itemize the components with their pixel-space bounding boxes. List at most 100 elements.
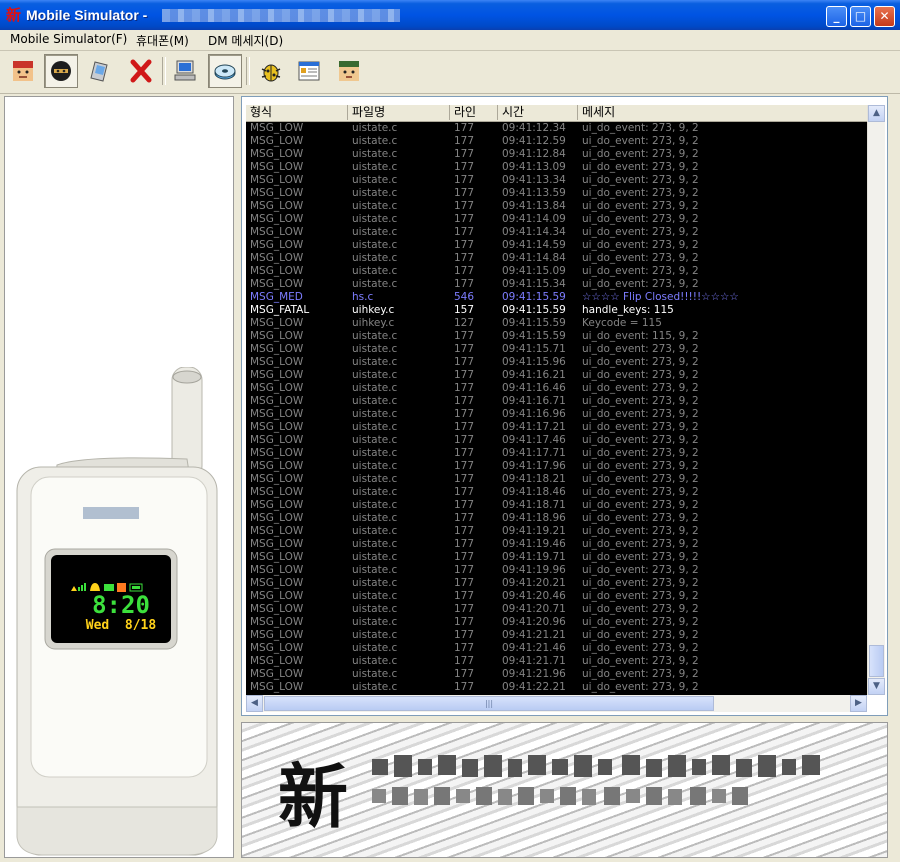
- log-type: MSG_LOW: [250, 525, 304, 537]
- log-file: uistate.c: [352, 239, 398, 251]
- character-face-2-button[interactable]: [332, 54, 366, 88]
- log-type: MSG_LOW: [250, 356, 304, 368]
- maximize-button[interactable]: □: [850, 6, 871, 27]
- menu-mobile-simulator[interactable]: Mobile Simulator(F): [10, 32, 127, 46]
- log-row[interactable]: MSG_LOW uistate.c 177 09:41:14.09 ui_do_even…: [246, 213, 867, 226]
- scroll-down-button[interactable]: ▼: [868, 678, 885, 695]
- vertical-scrollbar[interactable]: ▲ ▼: [867, 105, 885, 695]
- log-row[interactable]: MSG_LOW uistate.c 177 09:41:17.46 ui_do_even…: [246, 434, 867, 447]
- column-type[interactable]: 형식: [246, 105, 348, 120]
- log-row[interactable]: MSG_LOW uistate.c 177 09:41:17.71 ui_do_even…: [246, 447, 867, 460]
- log-row[interactable]: MSG_LOW uihkey.c 127 09:41:15.59 Keycode = 1…: [246, 317, 867, 330]
- log-row[interactable]: MSG_LOW uistate.c 177 09:41:13.59 ui_do_even…: [246, 187, 867, 200]
- log-row[interactable]: MSG_LOW uistate.c 177 09:41:18.71 ui_do_even…: [246, 499, 867, 512]
- log-file: uistate.c: [352, 278, 398, 290]
- log-time: 09:41:20.71: [502, 603, 566, 615]
- log-row[interactable]: MSG_LOW uistate.c 177 09:41:17.21 ui_do_even…: [246, 421, 867, 434]
- log-row[interactable]: MSG_LOW uistate.c 177 09:41:15.96 ui_do_even…: [246, 356, 867, 369]
- log-row[interactable]: MSG_LOW uistate.c 177 09:41:15.59 ui_do_even…: [246, 330, 867, 343]
- log-row[interactable]: MSG_LOW uistate.c 177 09:41:19.71 ui_do_even…: [246, 551, 867, 564]
- log-row[interactable]: MSG_LOW uistate.c 177 09:41:12.84 ui_do_even…: [246, 148, 867, 161]
- log-time: 09:41:20.96: [502, 616, 566, 628]
- log-row[interactable]: MSG_LOW uistate.c 177 09:41:15.09 ui_do_even…: [246, 265, 867, 278]
- log-file: hs.c: [352, 291, 374, 303]
- log-row[interactable]: MSG_LOW uistate.c 177 09:41:20.21 ui_do_even…: [246, 577, 867, 590]
- log-row[interactable]: MSG_LOW uistate.c 177 09:41:19.21 ui_do_even…: [246, 525, 867, 538]
- log-row[interactable]: MSG_LOW uistate.c 177 09:41:20.96 ui_do_even…: [246, 616, 867, 629]
- log-type: MSG_LOW: [250, 369, 304, 381]
- log-row[interactable]: MSG_LOW uistate.c 177 09:41:14.84 ui_do_even…: [246, 252, 867, 265]
- log-line: 177: [454, 213, 475, 225]
- log-row[interactable]: MSG_LOW uistate.c 177 09:41:14.34 ui_do_even…: [246, 226, 867, 239]
- scroll-left-button[interactable]: ◀: [246, 695, 263, 712]
- log-row[interactable]: MSG_LOW uistate.c 177 09:41:13.09 ui_do_even…: [246, 161, 867, 174]
- window-list-button[interactable]: [292, 54, 326, 88]
- log-message: ui_do_event: 273, 9, 2: [582, 473, 699, 485]
- log-line: 127: [454, 317, 475, 329]
- menu-dm-message[interactable]: DM 메세지(D): [208, 32, 283, 49]
- horizontal-scroll-thumb[interactable]: |||: [264, 696, 714, 711]
- pda-device-button[interactable]: [84, 54, 118, 88]
- log-row[interactable]: MSG_LOW uistate.c 177 09:41:12.34 ui_do_even…: [246, 122, 867, 135]
- menu-phone[interactable]: 휴대폰(M): [136, 32, 189, 49]
- red-x-button[interactable]: [124, 54, 158, 88]
- log-line: 177: [454, 668, 475, 680]
- close-button[interactable]: ✕: [874, 6, 895, 27]
- log-row[interactable]: MSG_LOW uistate.c 177 09:41:14.59 ui_do_even…: [246, 239, 867, 252]
- disk-button[interactable]: [208, 54, 242, 88]
- log-row[interactable]: MSG_LOW uistate.c 177 09:41:15.34 ui_do_even…: [246, 278, 867, 291]
- log-row[interactable]: MSG_LOW uistate.c 177 09:41:18.96 ui_do_even…: [246, 512, 867, 525]
- log-row[interactable]: MSG_LOW uistate.c 177 09:41:13.34 ui_do_even…: [246, 174, 867, 187]
- log-type: MSG_LOW: [250, 551, 304, 563]
- log-row[interactable]: MSG_LOW uistate.c 177 09:41:16.71 ui_do_even…: [246, 395, 867, 408]
- log-row[interactable]: MSG_LOW uistate.c 177 09:41:18.46 ui_do_even…: [246, 486, 867, 499]
- column-file[interactable]: 파일명: [348, 105, 450, 120]
- log-row[interactable]: MSG_FATAL uihkey.c 157 09:41:15.59 handle_ke…: [246, 304, 867, 317]
- log-row[interactable]: MSG_LOW uistate.c 177 09:41:19.46 ui_do_even…: [246, 538, 867, 551]
- ninja-mask-icon: [51, 61, 71, 81]
- log-row[interactable]: MSG_LOW uistate.c 177 09:41:20.71 ui_do_even…: [246, 603, 867, 616]
- log-row[interactable]: MSG_LOW uistate.c 177 09:41:12.59 ui_do_even…: [246, 135, 867, 148]
- log-row[interactable]: MSG_LOW uistate.c 177 09:41:22.21 ui_do_even…: [246, 681, 867, 694]
- ninja-mask-button[interactable]: [44, 54, 78, 88]
- log-row[interactable]: MSG_LOW uistate.c 177 09:41:21.71 ui_do_even…: [246, 655, 867, 668]
- log-line: 177: [454, 187, 475, 199]
- character-face-1-button[interactable]: [6, 54, 40, 88]
- log-list[interactable]: 형식 파일명 라인 시간 메세지 MSG_LOW uistate.c 177 09:4…: [246, 105, 867, 695]
- log-row[interactable]: MSG_LOW uistate.c 177 09:41:17.96 ui_do_even…: [246, 460, 867, 473]
- log-time: 09:41:15.09: [502, 265, 566, 277]
- vertical-scroll-thumb[interactable]: [869, 645, 884, 677]
- scroll-up-button[interactable]: ▲: [868, 105, 885, 122]
- log-row[interactable]: MSG_LOW uistate.c 177 09:41:15.71 ui_do_even…: [246, 343, 867, 356]
- log-file: uistate.c: [352, 421, 398, 433]
- computer-icon: [174, 60, 196, 81]
- log-row[interactable]: MSG_LOW uistate.c 177 09:41:16.46 ui_do_even…: [246, 382, 867, 395]
- log-row[interactable]: MSG_LOW uistate.c 177 09:41:13.84 ui_do_even…: [246, 200, 867, 213]
- log-line: 177: [454, 330, 475, 342]
- log-row[interactable]: MSG_LOW uistate.c 177 09:41:16.96 ui_do_even…: [246, 408, 867, 421]
- bug-button[interactable]: [254, 54, 288, 88]
- title-redacted: [162, 9, 400, 22]
- log-row[interactable]: MSG_LOW uistate.c 177 09:41:19.96 ui_do_even…: [246, 564, 867, 577]
- log-row[interactable]: MSG_LOW uistate.c 177 09:41:16.21 ui_do_even…: [246, 369, 867, 382]
- log-file: uistate.c: [352, 564, 398, 576]
- log-row[interactable]: MSG_LOW uistate.c 177 09:41:18.21 ui_do_even…: [246, 473, 867, 486]
- log-row[interactable]: MSG_MED hs.c 546 09:41:15.59 ☆☆☆☆ Flip Close…: [246, 291, 867, 304]
- log-file: uistate.c: [352, 226, 398, 238]
- log-row[interactable]: MSG_LOW uistate.c 177 09:41:20.46 ui_do_even…: [246, 590, 867, 603]
- column-line[interactable]: 라인: [450, 105, 498, 120]
- column-message[interactable]: 메세지: [578, 105, 867, 120]
- column-time[interactable]: 시간: [498, 105, 578, 120]
- horizontal-scrollbar[interactable]: ◀ ||| ▶: [246, 695, 867, 712]
- log-time: 09:41:22.21: [502, 681, 566, 693]
- log-file: uistate.c: [352, 668, 398, 680]
- log-row[interactable]: MSG_LOW uistate.c 177 09:41:21.96 ui_do_even…: [246, 668, 867, 681]
- log-row[interactable]: MSG_LOW uistate.c 177 09:41:21.21 ui_do_even…: [246, 629, 867, 642]
- log-message: ui_do_event: 273, 9, 2: [582, 135, 699, 147]
- minimize-button[interactable]: _: [826, 6, 847, 27]
- log-file: uihkey.c: [352, 317, 395, 329]
- scroll-right-button[interactable]: ▶: [850, 695, 867, 712]
- computer-button[interactable]: [168, 54, 202, 88]
- title-bar[interactable]: 新 Mobile Simulator - _ □ ✕: [0, 0, 900, 30]
- log-row[interactable]: MSG_LOW uistate.c 177 09:41:21.46 ui_do_even…: [246, 642, 867, 655]
